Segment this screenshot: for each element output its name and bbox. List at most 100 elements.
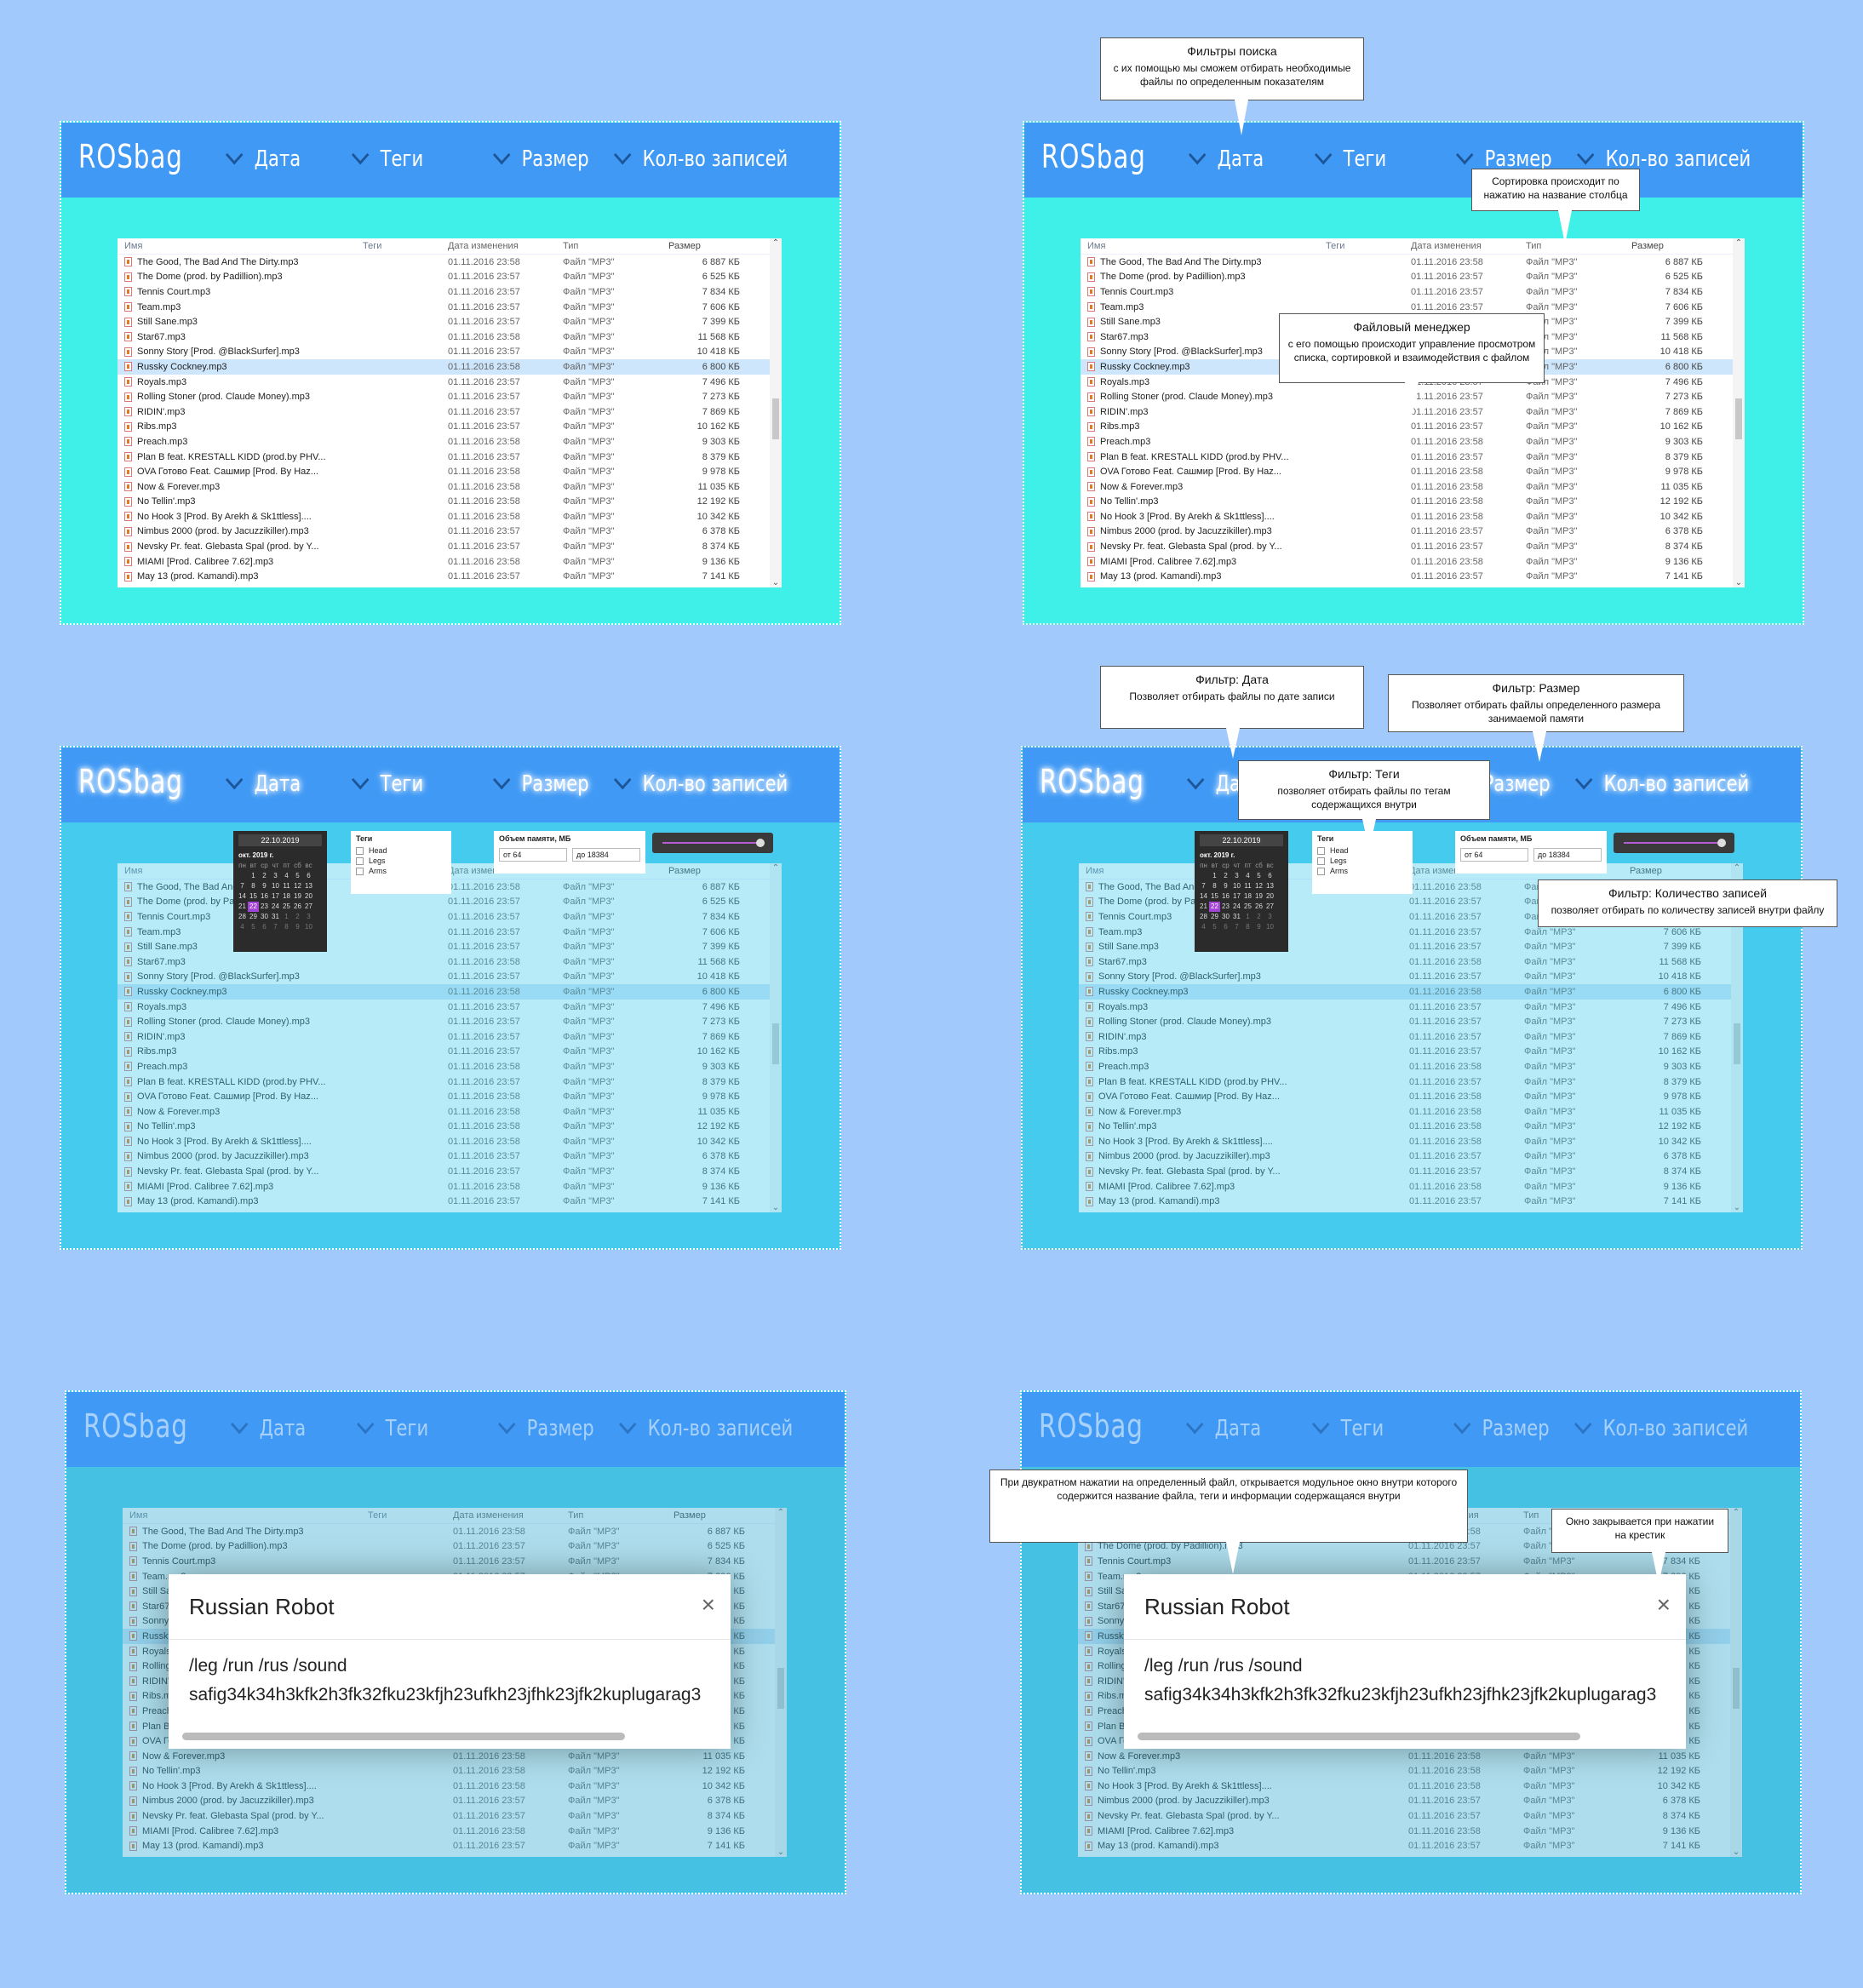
vertical-scrollbar[interactable]: ⌃ ⌄ [1733, 238, 1745, 587]
nav-filter-2[interactable]: Размер [493, 770, 589, 797]
column-header[interactable]: Теги [363, 241, 448, 251]
calendar-day[interactable]: 27 [303, 902, 314, 912]
size-from-input[interactable]: от 64 [499, 848, 567, 862]
calendar-day[interactable]: 20 [1264, 891, 1275, 902]
calendar-day[interactable]: 26 [1253, 902, 1264, 912]
nav-filter-3[interactable]: Кол-во записей [614, 145, 788, 172]
nav-filter-1[interactable]: Теги [357, 1414, 428, 1441]
column-header[interactable]: Теги [1326, 241, 1411, 251]
table-row[interactable]: OVA Готово Feat. Сашмир [Prod. By Haz...… [1081, 464, 1745, 479]
calendar-day[interactable]: 26 [292, 902, 303, 912]
calendar-day[interactable]: 19 [292, 891, 303, 902]
table-row[interactable]: No Tellin'.mp3 01.11.2016 23:58 Файл "MP3"… [1079, 1120, 1743, 1135]
table-row[interactable]: Tennis Court.mp3 01.11.2016 23:57 Файл "MP… [118, 909, 782, 925]
calendar-day[interactable]: 12 [292, 881, 303, 891]
table-row[interactable]: Preach.mp3 01.11.2016 23:58 Файл "MP3" 9 30… [118, 434, 782, 450]
calendar-day[interactable]: 10 [1264, 922, 1275, 932]
table-row[interactable]: Nevsky Pr. feat. Glebasta Spal (prod. by… [118, 1164, 782, 1179]
column-header[interactable]: Дата изменения [448, 241, 563, 251]
table-row[interactable]: No Tellin'.mp3 01.11.2016 23:58 Файл "MP3"… [1081, 495, 1745, 510]
column-header[interactable]: Размер [663, 241, 745, 251]
calendar-day[interactable]: 14 [1198, 891, 1209, 902]
calendar-day[interactable]: 28 [237, 912, 248, 922]
nav-filter-2[interactable]: Размер [498, 1414, 594, 1441]
calendar-day[interactable]: 10 [303, 922, 314, 932]
column-header[interactable]: Тип [1526, 241, 1626, 251]
table-row[interactable]: Nevsky Pr. feat. Glebasta Spal (prod. by… [1081, 539, 1745, 554]
calendar-day[interactable]: 27 [1264, 902, 1275, 912]
nav-filter-1[interactable]: Теги [352, 145, 423, 172]
table-row[interactable]: MIAMI [Prod. Calibree 7.62].mp3 01.11.201… [118, 1179, 782, 1195]
calendar-day[interactable]: 3 [303, 912, 314, 922]
table-row[interactable]: Tennis Court.mp3 01.11.2016 23:57 Файл "MP… [118, 284, 782, 300]
table-row[interactable]: Nimbus 2000 (prod. by Jacuzzikiller).mp3… [1081, 524, 1745, 540]
calendar-day[interactable]: 29 [248, 912, 259, 922]
calendar-day[interactable]: 2 [1220, 871, 1231, 881]
table-row[interactable]: May 13 (prod. Kamandi).mp3 01.11.2016 23:… [1079, 1194, 1743, 1209]
calendar-day[interactable]: 10 [1231, 881, 1242, 891]
table-row[interactable]: RIDIN'.mp3 01.11.2016 23:57 Файл "MP3" 7 86… [1079, 1029, 1743, 1045]
slider-handle[interactable] [1717, 839, 1726, 847]
calendar-day[interactable]: 22 [1209, 902, 1220, 912]
column-header[interactable]: Размер [1626, 241, 1708, 251]
table-row[interactable]: Sonny Story [Prod. @BlackSurfer].mp3 01.1… [118, 970, 782, 985]
calendar-day[interactable]: 6 [1220, 922, 1231, 932]
column-header[interactable]: Дата изменения [1411, 241, 1526, 251]
table-row[interactable]: No Hook 3 [Prod. By Arekh & Sk1ttless]..… [1081, 509, 1745, 524]
close-icon[interactable]: × [1657, 1591, 1671, 1618]
calendar-day[interactable]: 20 [303, 891, 314, 902]
calendar-day[interactable]: 17 [1231, 891, 1242, 902]
calendar-day[interactable]: 23 [259, 902, 270, 912]
table-row[interactable]: Now & Forever.mp3 01.11.2016 23:58 Файл "M… [118, 1104, 782, 1120]
nav-filter-2[interactable]: Размер [1453, 1414, 1550, 1441]
calendar-day[interactable]: 31 [1231, 912, 1242, 922]
table-row[interactable]: Sonny Story [Prod. @BlackSurfer].mp3 01.1… [118, 345, 782, 360]
table-row[interactable]: Nevsky Pr. feat. Glebasta Spal (prod. by… [1079, 1164, 1743, 1179]
checkbox[interactable] [1317, 846, 1325, 855]
table-row[interactable]: The Dome (prod. by Padillion).mp3 01.11.2… [1081, 270, 1745, 285]
scroll-up-icon[interactable]: ⌃ [770, 238, 782, 248]
nav-filter-1[interactable]: Теги [1312, 1414, 1384, 1441]
table-row[interactable]: RIDIN'.mp3 01.11.2016 23:57 Файл "MP3" 7 86… [118, 404, 782, 420]
scroll-down-icon[interactable]: ⌄ [1733, 578, 1745, 587]
table-row[interactable]: Preach.mp3 01.11.2016 23:58 Файл "MP3" 9 30… [1079, 1059, 1743, 1074]
table-row[interactable]: Royals.mp3 01.11.2016 23:57 Файл "MP3" 7 49… [1079, 1000, 1743, 1015]
records-count-slider[interactable] [652, 833, 773, 853]
table-row[interactable]: Still Sane.mp3 01.11.2016 23:57 Файл "MP3"… [118, 939, 782, 954]
calendar-day[interactable]: 13 [303, 881, 314, 891]
table-row[interactable]: Rolling Stoner (prod. Claude Money).mp3 0… [118, 389, 782, 404]
table-row[interactable]: Nimbus 2000 (prod. by Jacuzzikiller).mp3… [118, 1149, 782, 1165]
table-row[interactable]: No Tellin'.mp3 01.11.2016 23:58 Файл "MP3"… [118, 1120, 782, 1135]
table-row[interactable]: May 13 (prod. Kamandi).mp3 01.11.2016 23:… [118, 569, 782, 584]
table-row[interactable]: Royals.mp3 01.11.2016 23:57 Файл "MP3" 7 49… [118, 375, 782, 390]
nav-filter-1[interactable]: Теги [1315, 145, 1386, 172]
nav-filter-0[interactable]: Дата [226, 770, 301, 797]
nav-filter-0[interactable]: Дата [1189, 145, 1264, 172]
table-row[interactable]: Plan B feat. KRESTALL KIDD (prod.by PHV.… [1081, 450, 1745, 465]
calendar-day[interactable]: 4 [1198, 922, 1209, 932]
tag-option[interactable]: Legs [1317, 857, 1407, 865]
column-header[interactable]: Размер [1625, 866, 1706, 876]
calendar-day[interactable]: 24 [1231, 902, 1242, 912]
table-row[interactable]: Russky Cockney.mp3 01.11.2016 23:58 Файл "… [1079, 984, 1743, 1000]
table-row[interactable]: Still Sane.mp3 01.11.2016 23:57 Файл "MP3"… [118, 314, 782, 329]
calendar-day[interactable]: 24 [270, 902, 281, 912]
table-row[interactable]: Russky Cockney.mp3 01.11.2016 23:58 Файл "… [118, 359, 782, 375]
slider-handle[interactable] [756, 839, 765, 847]
nav-filter-3[interactable]: Кол-во записей [1574, 1414, 1748, 1441]
table-row[interactable]: May 13 (prod. Kamandi).mp3 01.11.2016 23:… [118, 1194, 782, 1209]
calendar-day[interactable]: 1 [1209, 871, 1220, 881]
scroll-thumb[interactable] [1734, 1023, 1740, 1064]
calendar-day[interactable]: 4 [281, 871, 292, 881]
date-input[interactable]: 22.10.2019 [238, 834, 322, 846]
table-row[interactable]: Rolling Stoner (prod. Claude Money).mp3 0… [1079, 1014, 1743, 1029]
scroll-down-icon[interactable]: ⌄ [770, 578, 782, 587]
calendar-day[interactable]: 5 [292, 871, 303, 881]
table-row[interactable]: Rolling Stoner (prod. Claude Money).mp3 0… [118, 1014, 782, 1029]
table-row[interactable]: Plan B feat. KRESTALL KIDD (prod.by PHV.… [118, 1074, 782, 1090]
table-row[interactable]: Still Sane.mp3 01.11.2016 23:57 Файл "MP3"… [1079, 939, 1743, 954]
table-row[interactable]: Plan B feat. KRESTALL KIDD (prod.by PHV.… [1079, 1074, 1743, 1090]
calendar-day[interactable]: 12 [1253, 881, 1264, 891]
checkbox[interactable] [356, 867, 364, 875]
calendar-day[interactable]: 7 [1231, 922, 1242, 932]
